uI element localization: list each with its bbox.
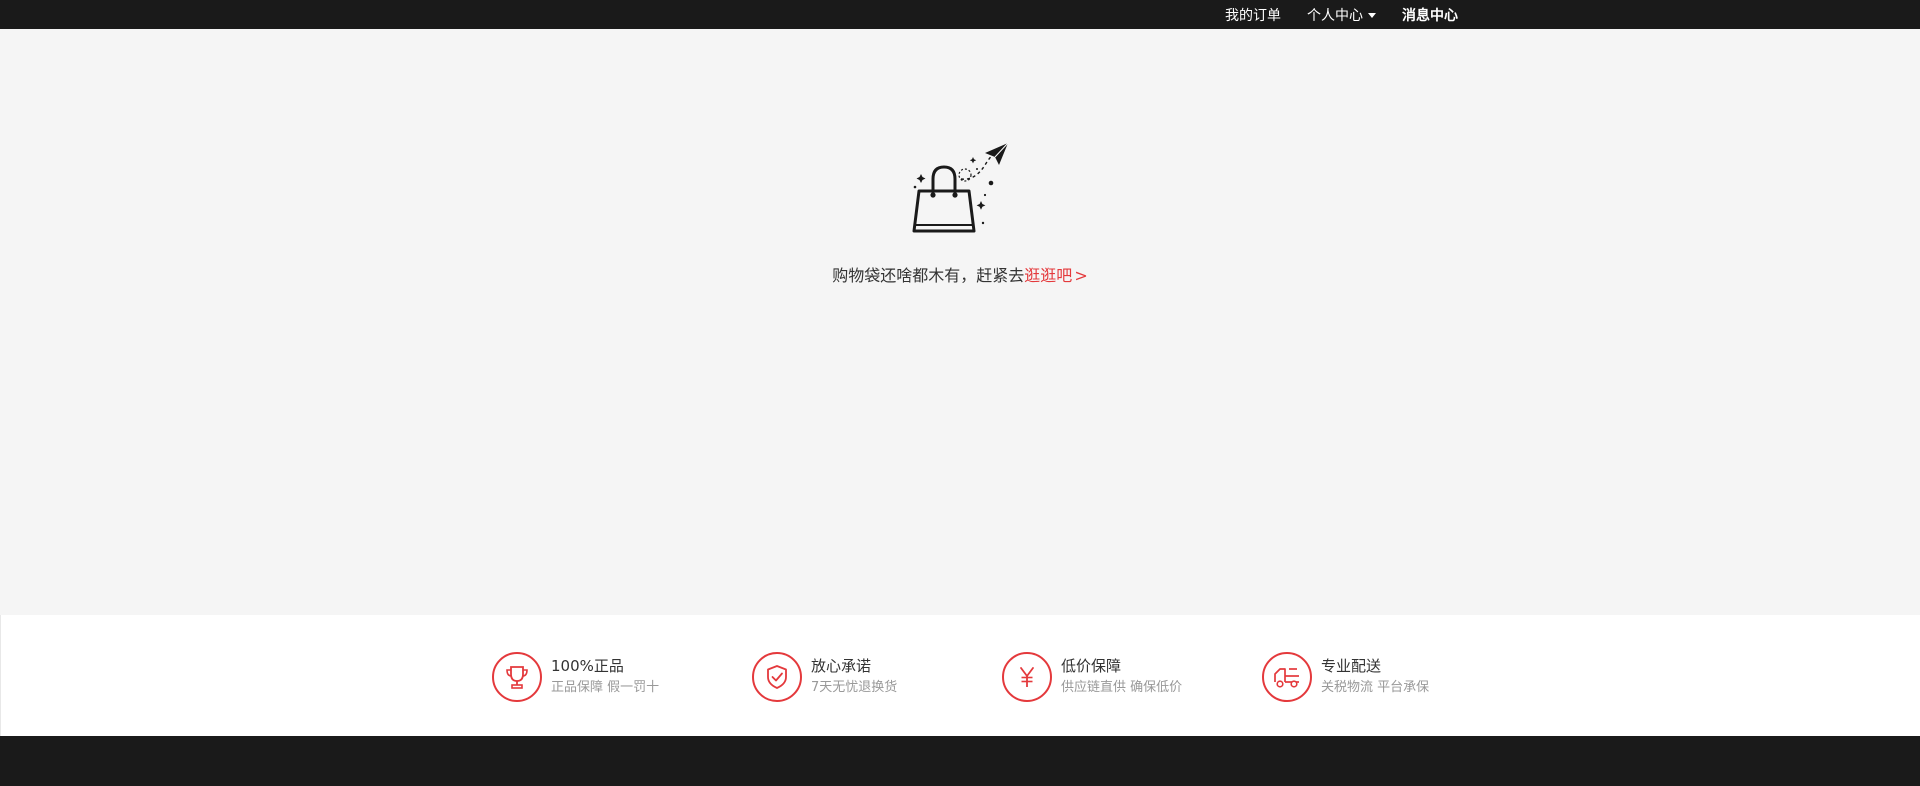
guarantee-title: 专业配送 <box>1321 657 1382 675</box>
guarantee-delivery: 专业配送 关税物流 平台承保 <box>1262 651 1429 703</box>
guarantee-low-price: 低价保障 供应链直供 确保低价 <box>1002 651 1182 703</box>
top-nav: 我的订单 个人中心 消息中心 <box>1225 0 1458 29</box>
trophy-icon <box>492 652 542 702</box>
go-shopping-arrow[interactable]: > <box>1074 266 1087 285</box>
shield-check-icon <box>752 652 802 702</box>
guarantee-title: 放心承诺 <box>811 657 872 675</box>
my-orders-link[interactable]: 我的订单 <box>1225 5 1281 25</box>
personal-center-dropdown[interactable]: 个人中心 <box>1307 5 1376 25</box>
go-shopping-link[interactable]: 逛逛吧 <box>1024 266 1072 285</box>
shopping-bag-illustration-icon <box>912 142 1009 233</box>
empty-cart-message: 购物袋还啥都木有，赶紧去逛逛吧 > <box>0 262 1920 286</box>
guarantee-authentic: 100%正品 正品保障 假一罚十 <box>492 651 659 703</box>
guarantee-title: 100%正品 <box>551 657 624 675</box>
guarantee-subtitle: 正品保障 假一罚十 <box>551 680 660 695</box>
personal-center-label: 个人中心 <box>1307 7 1363 24</box>
empty-cart-text: 购物袋还啥都木有，赶紧去 <box>832 266 1025 285</box>
truck-icon <box>1262 652 1312 702</box>
guarantee-returns: 放心承诺 7天无忧退换货 <box>752 651 897 703</box>
page-footer <box>0 736 1920 786</box>
empty-cart-panel: 购物袋还啥都木有，赶紧去逛逛吧 > <box>0 29 1920 615</box>
yen-icon <box>1002 652 1052 702</box>
service-guarantees: 100%正品 正品保障 假一罚十 放心承诺 7天无忧退换货 低价保障 供应链直供… <box>0 615 1920 736</box>
message-center-link[interactable]: 消息中心 <box>1402 5 1458 25</box>
guarantee-subtitle: 7天无忧退换货 <box>811 680 898 695</box>
guarantee-subtitle: 供应链直供 确保低价 <box>1061 680 1183 695</box>
top-bar: 我的订单 个人中心 消息中心 <box>0 0 1920 29</box>
guarantee-title: 低价保障 <box>1061 657 1122 675</box>
guarantee-subtitle: 关税物流 平台承保 <box>1321 680 1430 695</box>
caret-down-icon <box>1368 13 1376 18</box>
